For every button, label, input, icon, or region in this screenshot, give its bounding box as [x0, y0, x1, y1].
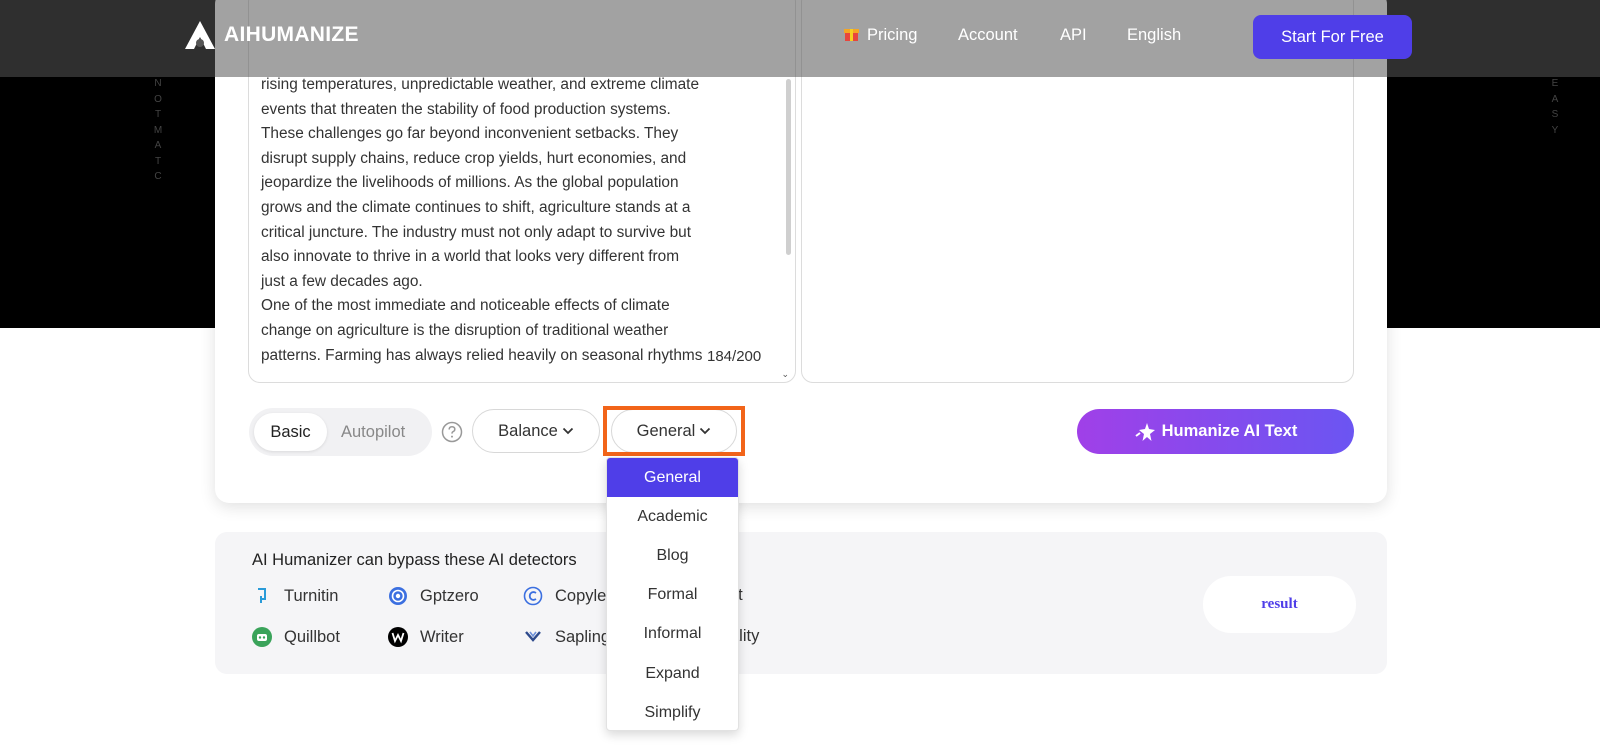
start-for-free-button[interactable]: Start For Free: [1253, 15, 1412, 59]
site-header: AIHUMANIZE Pricing Account API English S…: [0, 0, 1600, 77]
detector-title: AI Humanizer can bypass these AI detecto…: [252, 551, 577, 569]
humanize-button-label: Humanize AI Text: [1161, 422, 1298, 440]
scroll-down-icon[interactable]: ⌄: [781, 369, 789, 380]
nav-pricing[interactable]: Pricing: [844, 26, 917, 45]
sapling-icon: [523, 627, 543, 647]
logo-icon: [185, 21, 215, 49]
detector-copyleaks: Copyle: [523, 586, 606, 606]
logo-text: AIHUMANIZE: [224, 23, 359, 46]
input-scrollbar[interactable]: [786, 79, 791, 255]
dropdown-option-expand[interactable]: Expand: [607, 654, 738, 693]
nav-account[interactable]: Account: [958, 26, 1018, 45]
copyleaks-icon: [523, 586, 543, 606]
word-count: 184/200: [707, 348, 762, 365]
detector-label: Gptzero: [420, 586, 479, 605]
detector-label: Copyle: [555, 586, 607, 605]
detector-label: Quillbot: [284, 627, 340, 646]
turnitin-icon: [252, 586, 272, 606]
dropdown-option-formal[interactable]: Formal: [607, 576, 738, 615]
mode-basic-button[interactable]: Basic: [254, 413, 327, 451]
detector-sapling: Sapling: [523, 627, 610, 647]
input-text: rising temperatures, unpredictable weath…: [261, 76, 703, 364]
dropdown-option-informal[interactable]: Informal: [607, 615, 738, 654]
nav-language[interactable]: English: [1127, 26, 1181, 45]
result-pill[interactable]: result: [1203, 576, 1356, 633]
hero-side-text-right: EASY: [1551, 78, 1559, 136]
detector-gptzero: Gptzero: [388, 586, 479, 606]
strength-select[interactable]: Balance: [472, 409, 600, 453]
dropdown-option-general[interactable]: General: [607, 458, 738, 498]
selection-highlight: [603, 406, 745, 456]
mode-autopilot-button[interactable]: Autopilot: [341, 413, 405, 451]
chevron-down-icon: [562, 427, 573, 435]
detector-label: Turnitin: [284, 586, 339, 605]
hero-side-text-left: NOTMATC: [153, 78, 163, 182]
gift-icon: [844, 29, 859, 41]
humanize-ai-text-button[interactable]: Humanize AI Text: [1077, 409, 1354, 454]
help-icon[interactable]: [441, 421, 463, 443]
detector-writer: Writer: [388, 627, 464, 647]
quillbot-icon: [252, 627, 272, 647]
dropdown-option-simplify[interactable]: Simplify: [607, 693, 738, 730]
strength-select-value: Balance: [498, 421, 558, 440]
writer-icon: [388, 627, 408, 647]
dropdown-option-blog[interactable]: Blog: [607, 536, 738, 575]
logo[interactable]: AIHUMANIZE: [184, 20, 359, 50]
detector-label: Writer: [420, 627, 464, 646]
sparkle-icon: [1135, 422, 1155, 441]
detector-turnitin: Turnitin: [252, 586, 338, 606]
gptzero-icon: [388, 586, 408, 606]
detector-label: Sapling: [555, 627, 611, 646]
dropdown-option-academic[interactable]: Academic: [607, 497, 738, 536]
purpose-dropdown-menu: General Academic Blog Formal Informal Ex…: [606, 457, 739, 731]
nav-api[interactable]: API: [1060, 26, 1087, 45]
nav-pricing-label: Pricing: [867, 26, 918, 44]
detector-quillbot: Quillbot: [252, 627, 340, 647]
mode-toggle: Basic Autopilot: [249, 408, 432, 456]
